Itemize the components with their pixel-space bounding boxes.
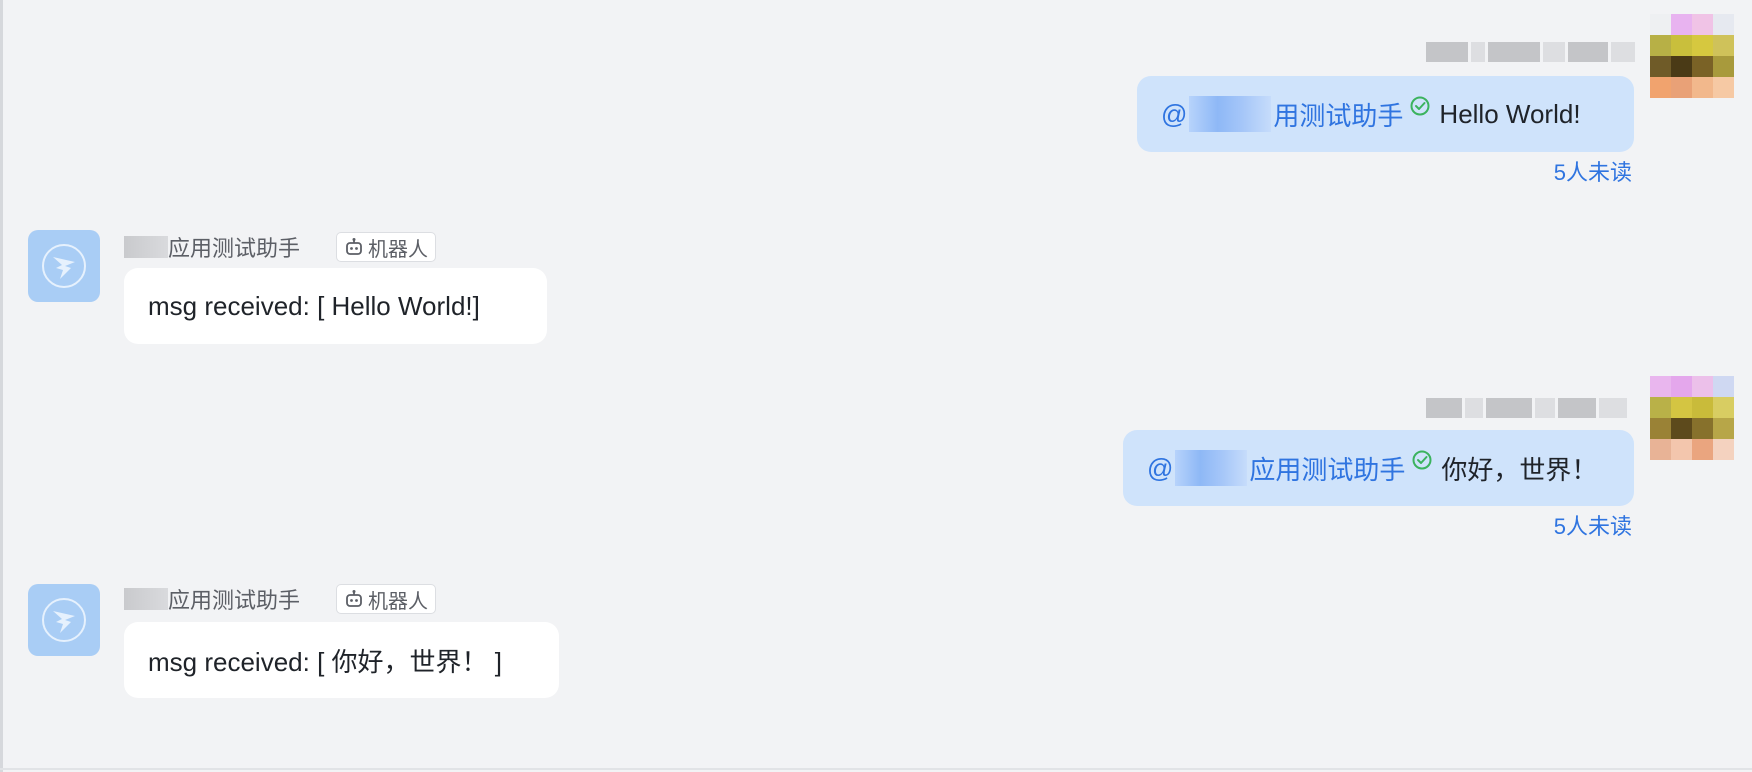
mention-name: 用测试助手 [1273,100,1404,131]
mention-prefix: @ [1147,452,1174,483]
mention-name-redacted [1189,96,1272,132]
message-text: msg received: [ Hello World!] [148,290,480,321]
robot-badge: 机器人 [336,584,437,614]
sender-name-redacted [124,588,168,610]
check-circle-icon [1410,96,1430,116]
sender-name-redacted [124,236,168,258]
robot-icon [346,590,362,607]
sender-header: 应用测试助手 机器人 [124,232,437,262]
sender-name: 应用测试助手 [168,236,301,261]
sender-name: 应用测试助手 [168,588,301,613]
dingtalk-logo-icon [42,598,86,642]
robot-badge: 机器人 [336,232,437,262]
message-bubble[interactable]: msg received: [ 你好，世界！ ] [124,622,559,698]
unread-count-link[interactable]: 5人未读 [1554,160,1632,186]
robot-badge-label: 机器人 [368,238,429,261]
mention-name: 应用测试助手 [1249,454,1406,485]
unread-count-link[interactable]: 5人未读 [1554,514,1632,540]
chat-pane-divider [0,768,1752,770]
mention-link[interactable]: @ 应用测试助手 [1147,450,1405,487]
user-avatar-pixelated[interactable] [1650,376,1734,460]
dingtalk-logo-icon[interactable] [28,584,100,656]
dingtalk-logo-icon [42,244,86,288]
check-circle-icon [1412,450,1432,470]
message-text: Hello World! [1439,98,1581,129]
robot-icon [346,238,362,255]
message-text: 你好，世界！ [1441,454,1598,485]
dingtalk-logo-icon[interactable] [28,230,100,302]
sender-name-redacted [1426,396,1627,420]
chat-message-outgoing: @ 应用测试助手 你好，世界！ 5人未读 [0,360,1752,540]
user-avatar-pixelated[interactable] [1650,14,1734,98]
mention-name-redacted [1175,450,1248,486]
robot-badge-label: 机器人 [368,590,429,613]
message-text: msg received: [ 你好，世界！ ] [148,646,502,677]
message-bubble[interactable]: @ 应用测试助手 你好，世界！ [1123,430,1634,506]
message-bubble[interactable]: @ 用测试助手 Hello World! [1137,76,1634,152]
chat-message-outgoing: @ 用测试助手 Hello World! 5人未读 [0,0,1752,190]
message-bubble[interactable]: msg received: [ Hello World!] [124,268,547,344]
mention-link[interactable]: @ 用测试助手 [1161,96,1403,133]
sender-name-redacted [1426,40,1635,64]
chat-message-incoming: 应用测试助手 机器人 msg received: [ 你好，世界！ ] [0,540,1752,720]
sender-header: 应用测试助手 机器人 [124,584,437,614]
mention-prefix: @ [1161,98,1188,129]
chat-message-incoming: 应用测试助手 机器人 msg received: [ Hello World!] [0,190,1752,360]
